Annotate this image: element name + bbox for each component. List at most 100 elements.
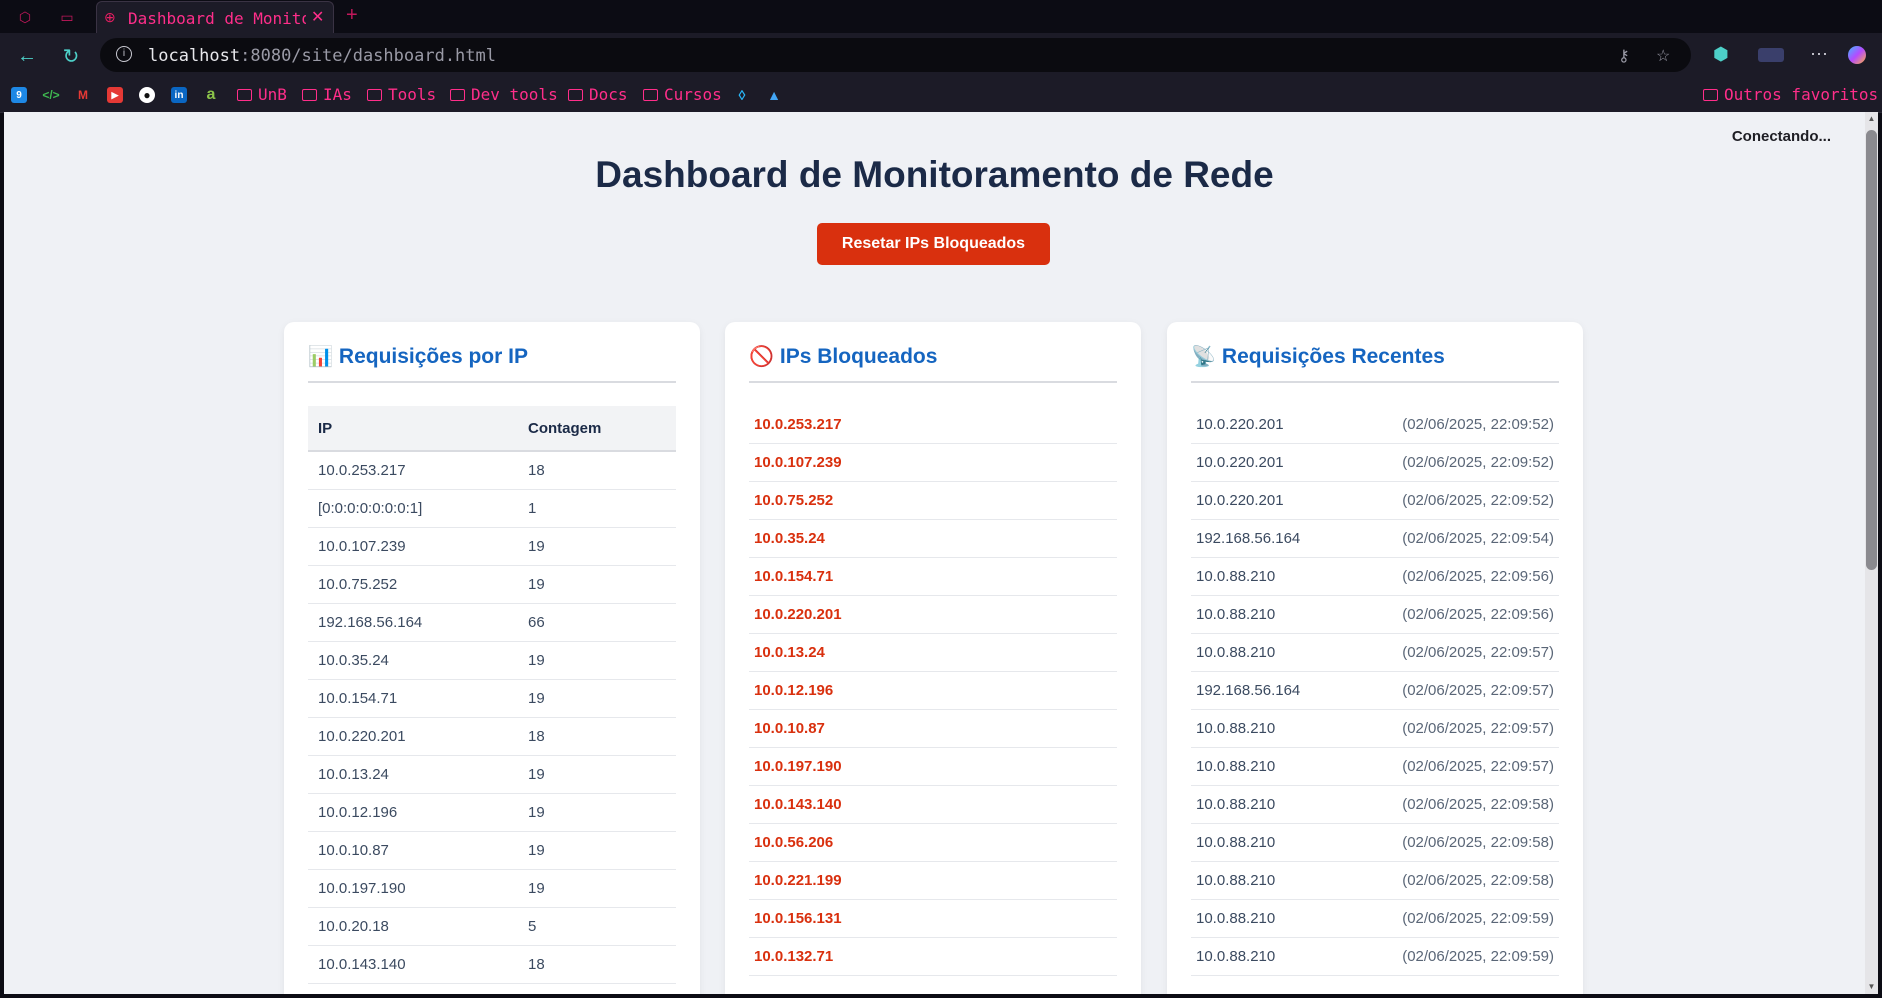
ip-cell: 10.0.253.217 — [308, 451, 518, 490]
request-ip: 10.0.88.210 — [1196, 872, 1276, 889]
tab-actions-icon[interactable]: ▭ — [57, 7, 77, 27]
count-cell: 19 — [518, 793, 676, 832]
ip-cell: 10.0.35.24 — [308, 641, 518, 680]
requests-table: IP Contagem 10.0.253.217 18 [0:0:0:0:0:0:0… — [308, 406, 676, 984]
scroll-up-arrow-icon[interactable]: ▲ — [1866, 114, 1877, 123]
request-ip: 10.0.88.210 — [1196, 758, 1276, 775]
url-host: localhost — [148, 46, 241, 66]
bookmark-folder-docs[interactable]: Docs — [568, 85, 628, 104]
more-options-icon[interactable]: ⋯ — [1810, 44, 1828, 65]
table-row: 10.0.220.201 18 — [308, 717, 676, 756]
table-row: 10.0.12.196 19 — [308, 793, 676, 832]
list-item: 10.0.56.206 — [749, 824, 1117, 862]
bookmark-folder-dev-tools[interactable]: Dev tools — [450, 85, 558, 104]
url-text[interactable]: localhost:8080/site/dashboard.html — [148, 46, 496, 66]
ip-cell: [0:0:0:0:0:0:0:1] — [308, 489, 518, 528]
bookmark-folder-label: Docs — [589, 85, 628, 104]
request-timestamp: (02/06/2025, 22:09:58) — [1402, 796, 1554, 813]
ip-cell: 10.0.12.196 — [308, 793, 518, 832]
request-timestamp: (02/06/2025, 22:09:57) — [1402, 644, 1554, 661]
address-bar[interactable]: i localhost:8080/site/dashboard.html ⚷ ☆ — [100, 38, 1691, 72]
favorite-star-icon[interactable]: ☆ — [1656, 46, 1670, 66]
bookmark-folder-label: Dev tools — [471, 85, 558, 104]
folder-icon — [1703, 88, 1718, 101]
ip-cell: 10.0.197.190 — [308, 869, 518, 908]
bookmark-folder-label: UnB — [258, 85, 287, 104]
bookmark-folder-unb[interactable]: UnB — [237, 85, 287, 104]
request-timestamp: (02/06/2025, 22:09:56) — [1402, 568, 1554, 585]
arch-bookmark-icon[interactable]: ▲ — [766, 87, 782, 103]
requests-per-ip-card: 📊 Requisições por IP IP Contagem 10.0.253… — [284, 322, 700, 994]
list-item: 192.168.56.164 (02/06/2025, 22:09:54) — [1191, 520, 1559, 558]
reload-icon[interactable]: ↻ — [58, 43, 84, 69]
request-ip: 192.168.56.164 — [1196, 682, 1301, 699]
ip-cell: 10.0.154.71 — [308, 679, 518, 718]
satellite-icon: 📡 — [1191, 346, 1216, 368]
other-favorites-label: Outros favoritos — [1724, 85, 1879, 104]
list-item: 10.0.220.201 — [749, 596, 1117, 634]
request-timestamp: (02/06/2025, 22:09:56) — [1402, 606, 1554, 623]
count-cell: 1 — [518, 489, 676, 528]
ip-cell: 10.0.107.239 — [308, 527, 518, 566]
other-favorites-folder[interactable]: Outros favoritos — [1703, 85, 1878, 104]
list-item: 10.0.253.217 — [749, 406, 1117, 444]
count-cell: 19 — [518, 565, 676, 604]
back-icon[interactable]: ← — [14, 43, 40, 69]
copilot-icon[interactable] — [1848, 46, 1866, 64]
workspaces-icon[interactable]: ⬡ — [15, 7, 35, 27]
bookmark-folder-ias[interactable]: IAs — [302, 85, 352, 104]
page-title: Dashboard de Monitoramento de Rede — [595, 154, 1274, 195]
drop-bookmark-icon[interactable]: ◊ — [734, 87, 750, 103]
password-key-icon[interactable]: ⚷ — [1618, 46, 1630, 66]
list-item: 10.0.88.210 (02/06/2025, 22:09:58) — [1191, 824, 1559, 862]
reset-blocked-ips-button[interactable]: Resetar IPs Bloqueados — [817, 223, 1050, 265]
request-ip: 10.0.220.201 — [1196, 492, 1284, 509]
active-tab[interactable]: ⊕ Dashboard de Monitor ✕ — [96, 1, 334, 33]
table-row: 10.0.154.71 19 — [308, 679, 676, 718]
table-row: 10.0.35.24 19 — [308, 641, 676, 680]
count-cell: 18 — [518, 945, 676, 984]
request-ip: 192.168.56.164 — [1196, 530, 1301, 547]
bookmark-folder-tools[interactable]: Tools — [367, 85, 436, 104]
list-item: 10.0.88.210 (02/06/2025, 22:09:58) — [1191, 862, 1559, 900]
card-title-text: Requisições Recentes — [1221, 345, 1445, 368]
bar-chart-icon: 📊 — [308, 346, 333, 368]
new-tab-icon[interactable]: + — [346, 4, 358, 27]
site-info-icon[interactable]: i — [116, 46, 132, 62]
table-row: 10.0.10.87 19 — [308, 831, 676, 870]
table-row: 10.0.13.24 19 — [308, 755, 676, 794]
tab-title: Dashboard de Monitor — [128, 9, 306, 28]
count-cell: 18 — [518, 717, 676, 756]
request-timestamp: (02/06/2025, 22:09:52) — [1402, 492, 1554, 509]
request-timestamp: (02/06/2025, 22:09:57) — [1402, 758, 1554, 775]
request-ip: 10.0.88.210 — [1196, 910, 1276, 927]
card-title: 📡 Requisições Recentes — [1191, 344, 1559, 383]
ip-cell: 10.0.13.24 — [308, 755, 518, 794]
scroll-down-arrow-icon[interactable]: ▼ — [1866, 982, 1877, 991]
youtube-bookmark-icon[interactable]: ▶ — [107, 87, 123, 103]
a-bookmark-icon[interactable]: a — [203, 86, 219, 103]
calendar-bookmark-icon[interactable]: 9 — [11, 87, 27, 103]
list-item: 10.0.75.252 — [749, 482, 1117, 520]
bookmark-folder-label: Cursos — [664, 85, 722, 104]
bookmarks-bar: 9 </> M ▶ ● in a UnB IAs Tools Dev tools… — [0, 79, 1882, 113]
ip-cell: 10.0.75.252 — [308, 565, 518, 604]
list-item: 10.0.35.24 — [749, 520, 1117, 558]
close-tab-icon[interactable]: ✕ — [311, 7, 324, 27]
bookmark-folder-cursos[interactable]: Cursos — [643, 85, 722, 104]
request-ip: 10.0.88.210 — [1196, 606, 1276, 623]
request-ip: 10.0.88.210 — [1196, 568, 1276, 585]
scrollbar-thumb[interactable] — [1866, 130, 1877, 570]
page-viewport: Conectando... Dashboard de Monitoramento… — [4, 112, 1865, 994]
profile-avatar[interactable] — [1758, 48, 1784, 62]
list-item: 10.0.220.201 (02/06/2025, 22:09:52) — [1191, 444, 1559, 482]
code-bookmark-icon[interactable]: </> — [42, 87, 59, 103]
count-cell: 5 — [518, 907, 676, 946]
linkedin-bookmark-icon[interactable]: in — [171, 87, 187, 103]
list-item: 10.0.220.201 (02/06/2025, 22:09:52) — [1191, 406, 1559, 444]
table-row: 10.0.20.18 5 — [308, 907, 676, 946]
count-cell: 19 — [518, 679, 676, 718]
github-bookmark-icon[interactable]: ● — [139, 87, 155, 103]
gmail-bookmark-icon[interactable]: M — [75, 87, 91, 103]
extensions-icon[interactable]: ⬢ — [1713, 44, 1729, 65]
